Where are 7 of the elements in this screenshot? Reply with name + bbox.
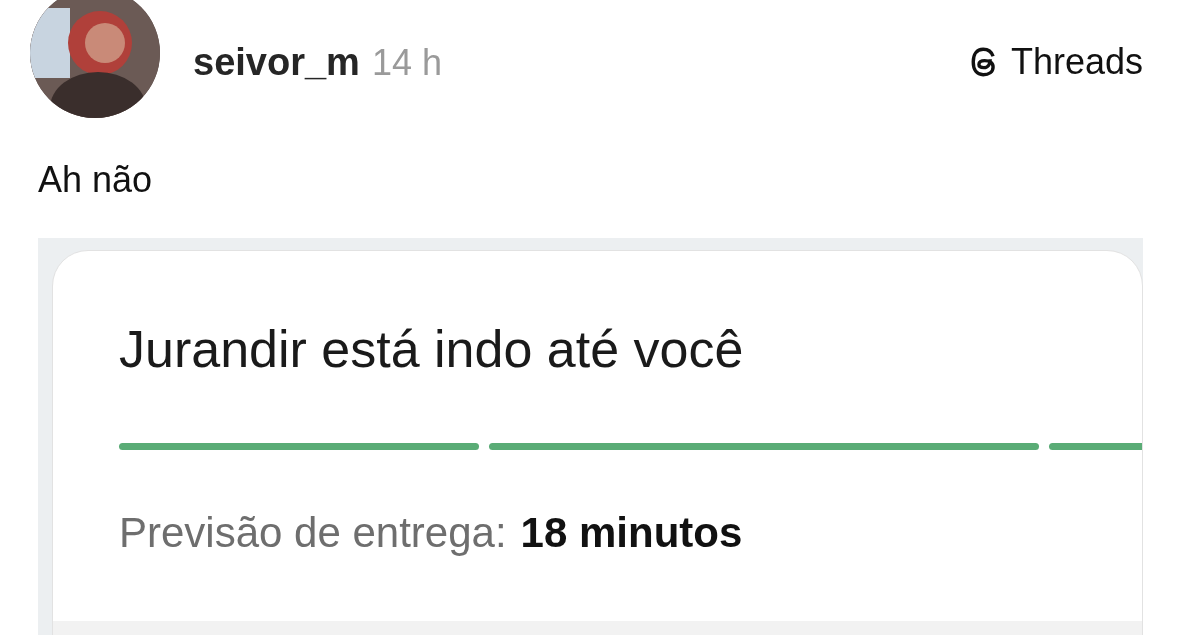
brand-name: Threads [1010, 40, 1143, 84]
username[interactable]: seivor_m [193, 33, 360, 91]
delivery-title: Jurandir está indo até você [119, 323, 745, 375]
eta-value: 18 minutos [520, 512, 743, 554]
eta-label: Previsão de entrega: [119, 512, 507, 554]
post-text: Ah não [38, 162, 154, 198]
timestamp: 14 h [371, 40, 442, 85]
